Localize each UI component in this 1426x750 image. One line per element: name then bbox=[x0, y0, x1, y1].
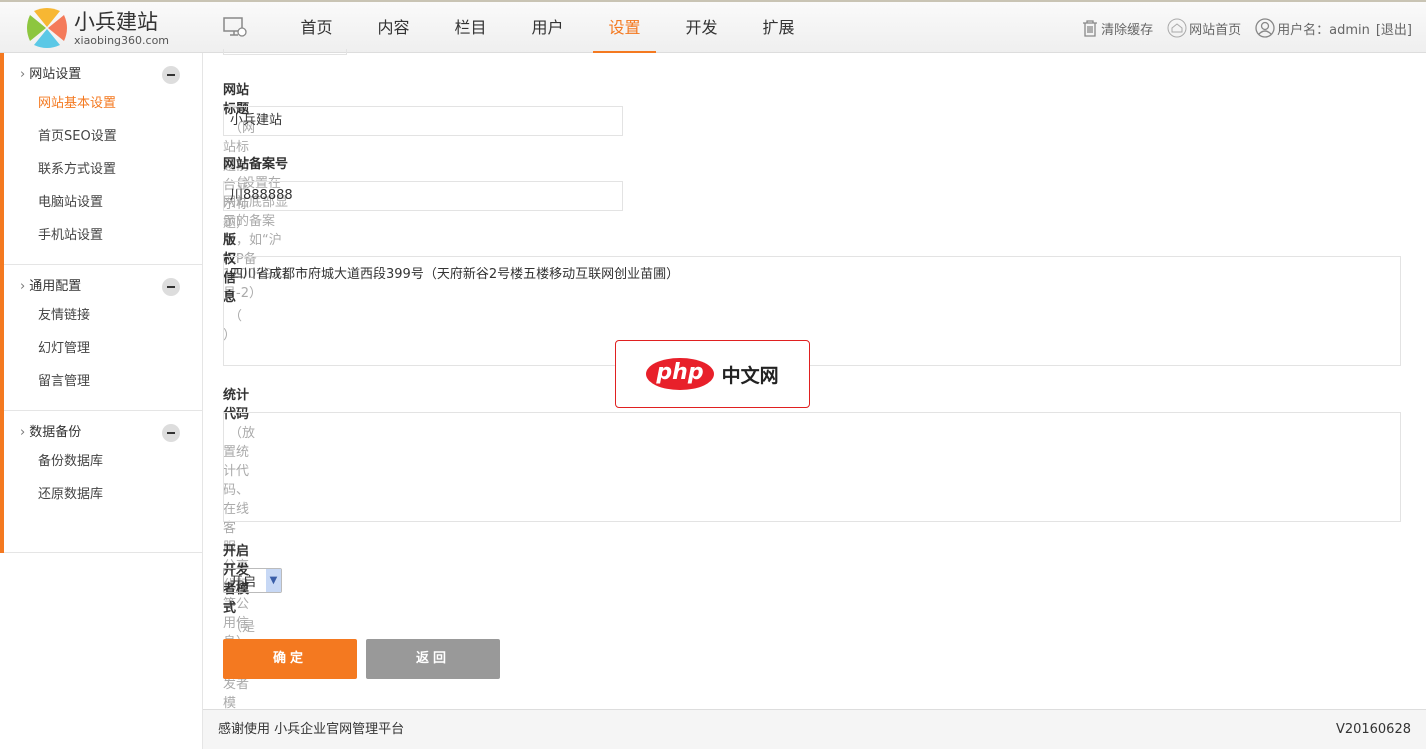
group-title[interactable]: › 数据备份 bbox=[4, 421, 202, 445]
sidebar-filler bbox=[0, 553, 203, 749]
sidebar-item-messages[interactable]: 留言管理 bbox=[4, 365, 202, 398]
logo-icon bbox=[27, 8, 67, 48]
sidebar-item-mobile[interactable]: 手机站设置 bbox=[4, 219, 202, 252]
trash-icon bbox=[1083, 20, 1098, 37]
scrolled-input-edge bbox=[223, 49, 347, 55]
logo[interactable]: 小兵建站 xiaobing360.com bbox=[26, 7, 169, 49]
watermark-php: php bbox=[646, 358, 714, 390]
clear-cache-link[interactable]: 清除缓存 bbox=[1081, 19, 1153, 38]
monitor-settings-icon[interactable] bbox=[220, 2, 250, 53]
nav-column[interactable]: 栏目 bbox=[432, 2, 509, 53]
php-cn-watermark: php 中文网 bbox=[615, 340, 810, 408]
nav-users[interactable]: 用户 bbox=[509, 2, 586, 53]
site-title-input[interactable]: 小兵建站 bbox=[223, 106, 623, 136]
icp-input[interactable]: 川888888 bbox=[223, 181, 623, 211]
footer-text: 感谢使用 小兵企业官网管理平台 bbox=[218, 722, 405, 737]
sidebar-group-common: › 通用配置 友情链接 幻灯管理 留言管理 bbox=[4, 265, 202, 411]
sidebar-item-restore[interactable]: 还原数据库 bbox=[4, 478, 202, 511]
nav-settings[interactable]: 设置 bbox=[593, 2, 656, 53]
back-button[interactable]: 返回 bbox=[366, 639, 500, 679]
group-title[interactable]: › 网站设置 bbox=[4, 63, 202, 87]
nav-develop[interactable]: 开发 bbox=[663, 2, 740, 53]
site-home-link[interactable]: 网站首页 bbox=[1167, 18, 1241, 38]
sidebar-item-backup[interactable]: 备份数据库 bbox=[4, 445, 202, 478]
sidebar-item-pc[interactable]: 电脑站设置 bbox=[4, 186, 202, 219]
nav-extend[interactable]: 扩展 bbox=[740, 2, 817, 53]
watermark-cn: 中文网 bbox=[721, 364, 779, 387]
home-icon bbox=[1167, 18, 1187, 38]
stats-code-textarea[interactable] bbox=[223, 412, 1401, 522]
sidebar-item-contact[interactable]: 联系方式设置 bbox=[4, 153, 202, 186]
chevron-right-icon: › bbox=[20, 425, 26, 440]
collapse-icon[interactable] bbox=[162, 66, 180, 84]
chevron-right-icon: › bbox=[20, 279, 26, 294]
group-label: 网站设置 bbox=[29, 67, 82, 82]
group-label: 数据备份 bbox=[29, 425, 82, 440]
sidebar-group-backup: › 数据备份 备份数据库 还原数据库 bbox=[4, 411, 202, 523]
logo-url: xiaobing360.com bbox=[74, 33, 170, 47]
sidebar: › 网站设置 网站基本设置 首页SEO设置 联系方式设置 电脑站设置 手机站设置 … bbox=[4, 53, 203, 553]
logout-link[interactable]: [退出] bbox=[1376, 19, 1412, 38]
dev-mode-value: 开启 bbox=[230, 575, 257, 590]
group-label: 通用配置 bbox=[29, 279, 82, 294]
sidebar-item-slides[interactable]: 幻灯管理 bbox=[4, 332, 202, 365]
top-header: 小兵建站 xiaobing360.com 首页 内容 栏目 用户 设置 开发 扩… bbox=[0, 0, 1426, 53]
main-nav: 首页 内容 栏目 用户 设置 开发 扩展 bbox=[220, 2, 817, 53]
user-icon bbox=[1255, 18, 1275, 38]
chevron-down-icon: ▼ bbox=[266, 569, 281, 592]
logo-name: 小兵建站 bbox=[74, 9, 158, 34]
sidebar-group-site: › 网站设置 网站基本设置 首页SEO设置 联系方式设置 电脑站设置 手机站设置 bbox=[4, 53, 202, 265]
sidebar-item-basic[interactable]: 网站基本设置 bbox=[4, 87, 202, 120]
copyright-textarea[interactable]: 四川省成都市府城大道西段399号（天府新谷2号楼五楼移动互联网创业苗圃） bbox=[223, 256, 1401, 366]
clear-cache-label: 清除缓存 bbox=[1101, 22, 1154, 38]
group-title[interactable]: › 通用配置 bbox=[4, 275, 202, 299]
version: V20160628 bbox=[1335, 722, 1411, 737]
nav-home[interactable]: 首页 bbox=[278, 2, 355, 53]
collapse-icon[interactable] bbox=[162, 424, 180, 442]
nav-content[interactable]: 内容 bbox=[355, 2, 432, 53]
username: 用户名：admin bbox=[1277, 22, 1370, 38]
confirm-button[interactable]: 确定 bbox=[223, 639, 357, 679]
site-home-label: 网站首页 bbox=[1189, 22, 1242, 38]
sidebar-item-links[interactable]: 友情链接 bbox=[4, 299, 202, 332]
collapse-icon[interactable] bbox=[162, 278, 180, 296]
dev-mode-select[interactable]: 开启 ▼ bbox=[223, 568, 282, 593]
footer: 感谢使用 小兵企业官网管理平台 V20160628 bbox=[203, 709, 1426, 749]
user-info: 用户名：admin [退出] bbox=[1255, 18, 1412, 38]
chevron-right-icon: › bbox=[20, 67, 26, 82]
sidebar-item-seo[interactable]: 首页SEO设置 bbox=[4, 120, 202, 153]
